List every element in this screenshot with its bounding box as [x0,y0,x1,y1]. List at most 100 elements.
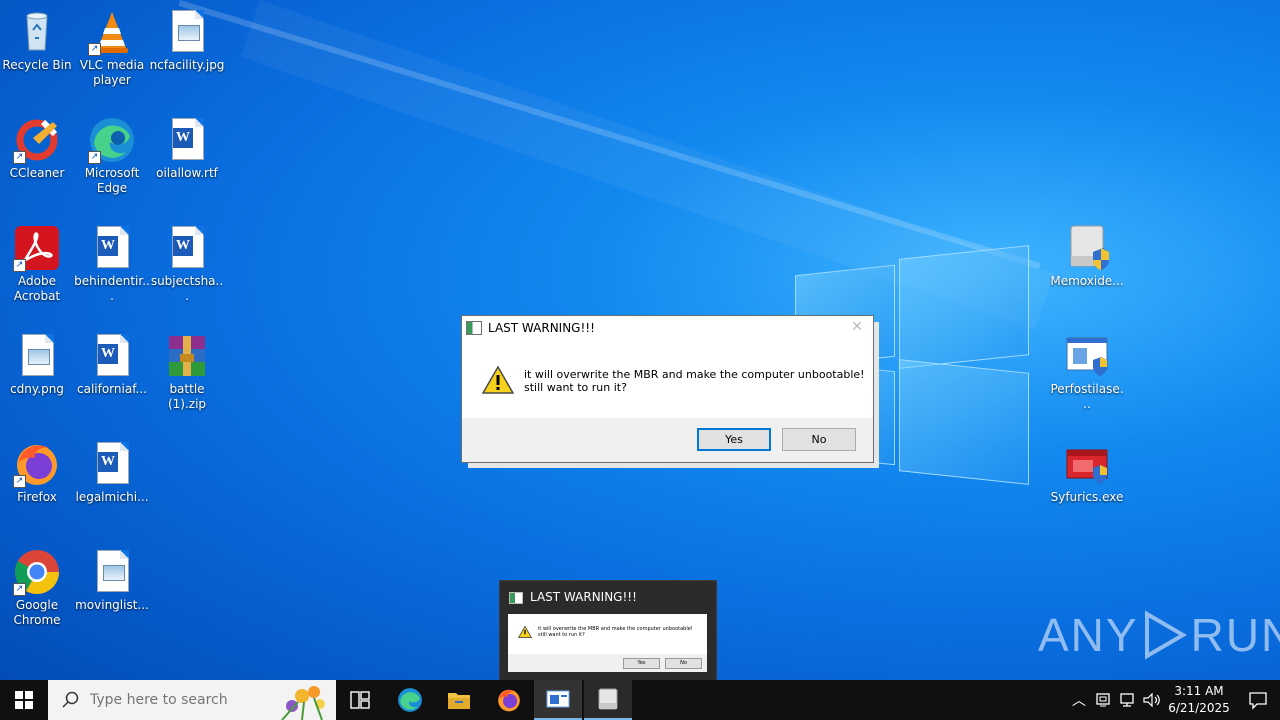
chevron-up-icon: ︿ [1072,693,1086,709]
desktop-icon-subjectsha[interactable]: W subjectsha... [149,224,225,304]
desktop-icon-behindentir[interactable]: W behindentir... [74,224,150,304]
desktop-icon-edge[interactable]: ↗ Microsoft Edge [74,116,150,196]
firefox-icon [498,689,520,712]
drive-app-icon [598,688,618,710]
search-highlight-flowers-icon [281,686,325,720]
desktop-icon-label: battle (1).zip [167,382,207,411]
desktop-icon-legalmichi[interactable]: W legalmichi... [74,440,150,505]
recycle-bin-icon [13,8,61,56]
desktop-icon-label: Memoxide... [1050,274,1124,288]
desktop-icon-vlc[interactable]: ↗ VLC media player [74,8,150,88]
image-file-icon [163,8,211,56]
dialog-app-icon [546,690,570,708]
dialog-footer: Yes No [462,418,873,462]
taskbar-dialog-app-button[interactable] [534,680,582,720]
warning-icon [517,625,533,638]
taskbar-edge-button[interactable] [386,680,434,720]
desktop-icon-label: Microsoft Edge [84,166,140,195]
thumbnail-no-button: No [665,658,702,669]
file-explorer-icon [448,693,470,709]
task-view-icon [350,691,370,709]
desktop-icon-label: legalmichi... [75,490,149,504]
anyrun-watermark: ANY RUN [1038,608,1280,662]
app-window-icon [466,321,482,335]
desktop-icon-label: CCleaner [9,166,65,180]
watermark-left-text: ANY [1038,609,1139,661]
warning-dialog[interactable]: LAST WARNING!!! ✕ it will overwrite the … [461,315,874,463]
desktop-icon-californiaf[interactable]: W californiaf... [74,332,150,397]
clock-date: 6/21/2025 [1168,701,1230,715]
desktop-icon-label: Syfurics.exe [1050,490,1124,504]
close-button[interactable]: ✕ [849,319,865,335]
start-button[interactable] [0,680,48,720]
action-center-icon[interactable] [1248,690,1268,710]
desktop-icon-label: Firefox [17,490,57,504]
dialog-body: it will overwrite the MBR and make the c… [462,340,873,418]
shortcut-arrow-icon: ↗ [13,259,26,272]
desktop-icon-memoxide[interactable]: Memoxide... [1049,224,1125,289]
desktop-icon-ccleaner[interactable]: ↗ CCleaner [0,116,75,181]
shortcut-arrow-icon: ↗ [88,43,101,56]
dialog-titlebar[interactable]: LAST WARNING!!! ✕ [462,316,873,340]
thumbnail-yes-button: Yes [623,658,660,669]
search-input[interactable] [88,691,272,709]
desktop-icon-label: Adobe Acrobat [13,274,61,303]
device-icon[interactable] [1094,692,1112,708]
volume-icon[interactable] [1142,692,1162,708]
yes-button[interactable]: Yes [697,428,771,451]
taskbar-firefox-button[interactable] [485,680,533,720]
thumbnail-message-line-2: still want to run it? [538,632,585,638]
message-line-1: it will overwrite the MBR and make the c… [524,368,865,381]
word-doc-icon: W [88,224,136,272]
desktop-icon-label: Recycle Bin [2,58,72,72]
desktop-icon-label: ncfacility.jpg [149,58,225,72]
no-button[interactable]: No [782,428,856,451]
clock-time: 3:11 AM [1174,684,1224,698]
taskbar: ︿ 3:11 AM 6/21/2025 [0,680,1280,720]
app-shield-icon [1063,332,1111,380]
vlc-icon: ↗ [88,8,136,56]
taskbar-drive-app-button[interactable] [584,680,632,720]
desktop-icon-perfostilase[interactable]: Perfostilase... [1049,332,1125,412]
desktop-icon-syfurics[interactable]: Syfurics.exe [1049,440,1125,505]
image-file-icon [13,332,61,380]
desktop-icon-label: movinglist... [75,598,149,612]
taskbar-thumbnail-preview[interactable]: LAST WARNING!!! it will overwrite the MB… [499,580,717,682]
windows-start-icon [15,691,33,709]
desktop-icon-battle-zip[interactable]: battle (1).zip [149,332,225,412]
word-doc-icon: W [88,440,136,488]
desktop-icon-label: cdny.png [10,382,64,396]
taskbar-search-box[interactable] [48,680,336,720]
desktop-icon-chrome[interactable]: ↗ Google Chrome [0,548,75,628]
taskbar-clock[interactable]: 3:11 AM 6/21/2025 [1164,683,1234,717]
app-window-icon [509,592,523,604]
desktop-icon-recycle-bin[interactable]: Recycle Bin [0,8,75,73]
image-file-icon [88,548,136,596]
dialog-message: it will overwrite the MBR and make the c… [524,368,865,394]
system-tray: ︿ [1068,680,1162,720]
show-hidden-icons-button[interactable]: ︿ [1068,690,1090,710]
edge-icon: ↗ [88,116,136,164]
desktop-icon-movinglist[interactable]: movinglist... [74,548,150,613]
desktop-icon-acrobat[interactable]: ↗ Adobe Acrobat [0,224,75,304]
desktop-icon-cdny[interactable]: cdny.png [0,332,75,397]
shortcut-arrow-icon: ↗ [88,151,101,164]
red-app-shield-icon [1063,440,1111,488]
firefox-icon: ↗ [13,440,61,488]
desktop-icon-label: californiaf... [77,382,147,396]
desktop-icon-ncfacility[interactable]: ncfacility.jpg [149,8,225,73]
desktop-icon-firefox[interactable]: ↗ Firefox [0,440,75,505]
close-icon: ✕ [851,319,863,335]
taskbar-file-explorer-button[interactable] [435,680,483,720]
network-icon[interactable] [1118,692,1136,708]
dialog-title: LAST WARNING!!! [488,321,595,335]
watermark-right-text: RUN [1190,609,1280,661]
acrobat-icon: ↗ [13,224,61,272]
drive-shield-icon [1063,224,1111,272]
ccleaner-icon: ↗ [13,116,61,164]
warning-icon [481,365,515,394]
shortcut-arrow-icon: ↗ [13,475,26,488]
task-view-button[interactable] [336,680,384,720]
desktop-icon-oilallow[interactable]: W oilallow.rtf [149,116,225,181]
desktop-icon-label: behindentir... [74,274,150,303]
